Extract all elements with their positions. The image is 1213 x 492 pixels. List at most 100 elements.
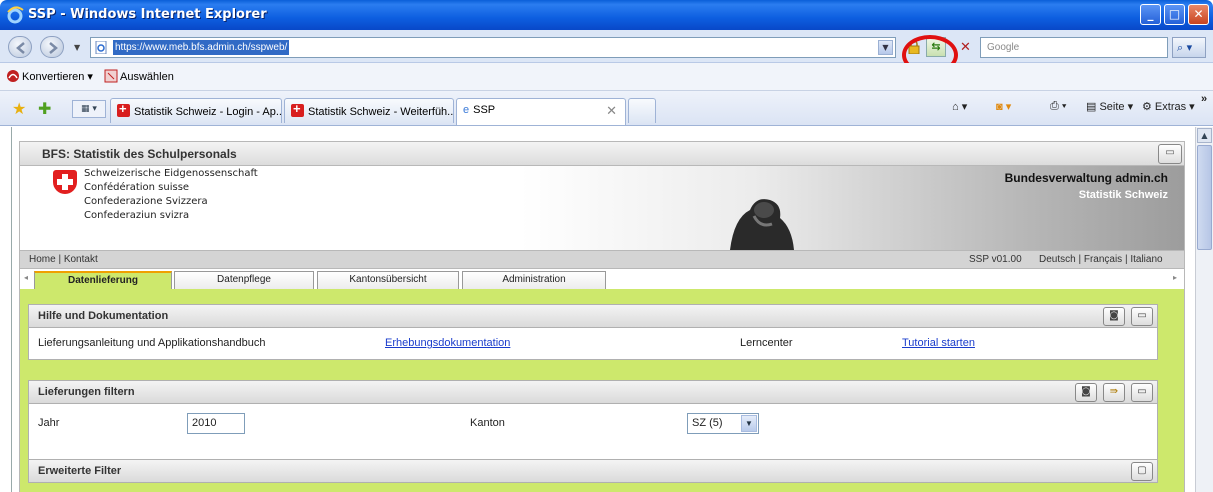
browser-tab-active[interactable]: e SSP ✕: [456, 98, 626, 125]
extended-filter-title: Erweiterte Filter: [38, 465, 122, 477]
minimize-button[interactable]: _: [1140, 4, 1161, 25]
canton-select[interactable]: SZ (5) ▼: [687, 413, 759, 434]
add-favorites-icon[interactable]: ✚: [38, 99, 51, 118]
address-row: ▼ https://www.meb.bfs.admin.ch/sspweb/ ▼…: [0, 30, 1213, 63]
page-menu-label: Seite: [1099, 101, 1125, 113]
stat-label: Statistik Schweiz: [1078, 189, 1168, 201]
back-button[interactable]: [8, 36, 32, 58]
back-arrow-icon: [16, 42, 25, 54]
extras-menu[interactable]: ⚙ Extras ▾: [1142, 100, 1195, 113]
forward-arrow-icon: [49, 42, 58, 54]
tutorial-link[interactable]: Tutorial starten: [902, 337, 975, 349]
canton-value: SZ (5): [692, 417, 723, 429]
swiss-favicon-icon: [291, 101, 304, 117]
page-menu[interactable]: ▤ Seite ▾: [1086, 100, 1133, 113]
feeds-icon[interactable]: ◙ ▾: [996, 100, 1011, 113]
page-icon: [95, 41, 107, 54]
extras-menu-label: Extras: [1154, 101, 1187, 113]
url-dropdown-icon[interactable]: ▼: [878, 40, 893, 55]
confed-line: Confédération suisse: [84, 182, 190, 193]
filter-panel-title: Lieferungen filtern: [38, 386, 135, 398]
collapse-header-button[interactable]: ▭: [1158, 144, 1182, 164]
title-bar: SSP - Windows Internet Explorer _ □ ✕: [0, 0, 1213, 30]
browser-tab[interactable]: Statistik Schweiz - Weiterfüh...: [284, 98, 454, 123]
year-input[interactable]: 2010: [187, 413, 245, 434]
manual-label: Lieferungsanleitung und Applikationshand…: [38, 337, 266, 349]
filter-panel-header: Lieferungen filtern ◙ ⇛ ▭: [28, 380, 1158, 404]
main-green-area: Hilfe und Dokumentation ◙ ▭ Lieferungsan…: [19, 289, 1185, 492]
tab-datenlieferung[interactable]: Datenlieferung: [34, 271, 172, 291]
confed-line: Confederaziun svizra: [84, 210, 190, 221]
extended-filter-header[interactable]: Erweiterte Filter ▢: [28, 459, 1158, 483]
select-button[interactable]: Auswählen: [104, 69, 174, 83]
expand-panel-button[interactable]: ▢: [1131, 462, 1153, 481]
url-text[interactable]: https://www.meb.bfs.admin.ch/sspweb/: [113, 40, 290, 55]
export-arrow-icon[interactable]: ⇛: [1103, 383, 1125, 402]
favorites-star-icon[interactable]: ★: [12, 99, 26, 118]
filter-panel-body: Jahr 2010 Kanton SZ (5) ▼: [28, 404, 1158, 460]
app-title: BFS: Statistik des Schulpersonals: [42, 147, 237, 161]
tab-scroll-left-icon[interactable]: ◂: [24, 273, 28, 282]
tab-datenpflege[interactable]: Datenpflege: [174, 271, 314, 289]
banner: Schweizerische Eidgenossenschaft Confédé…: [19, 166, 1185, 250]
confed-line: Confederazione Svizzera: [84, 196, 208, 207]
doc-link[interactable]: Erhebungsdokumentation: [385, 337, 510, 349]
version-label: SSP v01.00: [969, 254, 1022, 265]
home-icon[interactable]: ⌂ ▾: [952, 100, 967, 113]
history-dropdown-icon[interactable]: ▼: [74, 43, 80, 52]
chevron-more-icon[interactable]: »: [1201, 93, 1207, 105]
collapse-panel-button[interactable]: ▭: [1131, 383, 1153, 402]
collapse-panel-button[interactable]: ▭: [1131, 307, 1153, 326]
browser-tab-bar: ★ ✚ ▦ ▾ Statistik Schweiz - Login - Ap..…: [0, 91, 1213, 126]
admin-label[interactable]: Bundesverwaltung admin.ch: [1005, 171, 1168, 185]
swiss-favicon-icon: [117, 101, 130, 117]
browser-tab-label: Statistik Schweiz - Weiterfüh...: [308, 106, 454, 118]
home-bar: Home | Kontakt SSP v01.00 Deutsch | Fran…: [19, 250, 1185, 269]
address-bar[interactable]: https://www.meb.bfs.admin.ch/sspweb/ ▼: [90, 37, 896, 58]
help-panel-title: Hilfe und Dokumentation: [38, 310, 169, 322]
scroll-thumb[interactable]: [1197, 145, 1212, 250]
chevron-down-icon[interactable]: ▼: [741, 415, 757, 432]
select-icon: [104, 69, 118, 83]
ie-page-icon: e: [463, 104, 470, 116]
swiss-cross-logo: [53, 170, 77, 194]
tab-kantonsuebersicht[interactable]: Kantonsübersicht: [317, 271, 459, 289]
select-label: Auswählen: [120, 71, 174, 83]
print-icon[interactable]: ⎙ ▾: [1050, 100, 1066, 113]
tab-administration[interactable]: Administration: [462, 271, 606, 289]
forward-button[interactable]: [40, 36, 64, 58]
close-tab-icon[interactable]: ✕: [606, 103, 617, 119]
search-button[interactable]: ⌕ ▾: [1172, 37, 1206, 58]
browser-tab-label: SSP: [473, 104, 496, 116]
tab-scroll-right-icon[interactable]: ▸: [1173, 273, 1177, 282]
ie-logo-icon: [7, 6, 24, 24]
language-links[interactable]: Deutsch | Français | Italiano: [1039, 254, 1163, 265]
app-tabs: ◂ Datenlieferung Datenpflege Kantonsüber…: [19, 269, 1185, 291]
links-toolbar: Konvertieren ▾ Auswählen: [0, 63, 1213, 91]
camera-icon[interactable]: ◙: [1075, 383, 1097, 402]
vertical-scrollbar[interactable]: ▲: [1195, 127, 1213, 492]
app-header: BFS: Statistik des Schulpersonals ▭: [19, 141, 1185, 166]
search-input[interactable]: Google: [980, 37, 1168, 58]
quick-tabs-button[interactable]: ▦ ▾: [72, 100, 106, 118]
close-button[interactable]: ✕: [1188, 4, 1209, 25]
camera-icon[interactable]: ◙: [1103, 307, 1125, 326]
learncenter-label: Lerncenter: [740, 337, 793, 349]
home-contact-links[interactable]: Home | Kontakt: [29, 254, 98, 265]
year-label: Jahr: [38, 417, 60, 429]
canton-label: Kanton: [470, 417, 505, 429]
help-panel-header: Hilfe und Dokumentation ◙ ▭: [28, 304, 1158, 328]
convert-label: Konvertieren: [22, 71, 85, 83]
window-title: SSP - Windows Internet Explorer: [28, 7, 267, 22]
browser-tab-label: Statistik Schweiz - Login - Ap...: [134, 106, 282, 118]
maximize-button[interactable]: □: [1164, 4, 1185, 25]
browser-tab[interactable]: Statistik Schweiz - Login - Ap...: [110, 98, 282, 123]
stop-icon[interactable]: ✕: [960, 40, 971, 55]
confed-line: Schweizerische Eidgenossenschaft: [84, 168, 258, 179]
scroll-up-icon[interactable]: ▲: [1197, 128, 1212, 143]
convert-menu[interactable]: Konvertieren ▾: [6, 69, 93, 83]
pdf-convert-icon: [7, 70, 19, 82]
banner-photo: [730, 199, 794, 250]
new-tab-button[interactable]: [628, 98, 656, 123]
help-panel-body: Lieferungsanleitung und Applikationshand…: [28, 328, 1158, 360]
